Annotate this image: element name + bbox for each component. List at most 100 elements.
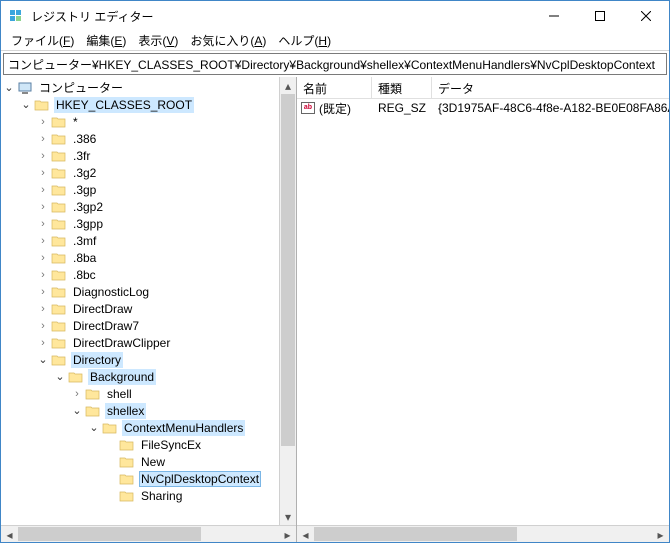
folder-icon <box>51 251 67 265</box>
folder-icon <box>51 183 67 197</box>
chevron-right-icon[interactable]: › <box>69 386 85 402</box>
folder-icon <box>51 319 67 333</box>
tree-directory[interactable]: ⌄ Directory <box>1 351 279 368</box>
tree-item[interactable]: New <box>1 453 279 470</box>
folder-icon <box>51 234 67 248</box>
tree-view[interactable]: ⌄コンピューター⌄HKEY_CLASSES_ROOT›*›.386›.3fr›.… <box>1 77 279 525</box>
scroll-down-icon[interactable]: ▾ <box>280 508 296 525</box>
chevron-right-icon[interactable]: › <box>35 182 51 198</box>
tree-hscrollbar[interactable]: ◂ ▸ <box>1 525 296 542</box>
menu-help[interactable]: ヘルプ(H) <box>272 30 337 51</box>
chevron-right-icon[interactable]: › <box>35 233 51 249</box>
chevron-right-icon[interactable]: › <box>35 148 51 164</box>
close-button[interactable] <box>623 1 669 31</box>
chevron-right-icon[interactable]: › <box>35 335 51 351</box>
folder-icon <box>51 200 67 214</box>
chevron-right-icon[interactable]: › <box>35 131 51 147</box>
tree-item[interactable]: › .3fr <box>1 147 279 164</box>
tree-label: .386 <box>71 131 98 147</box>
chevron-right-icon[interactable]: › <box>35 250 51 266</box>
chevron-down-icon[interactable]: ⌄ <box>18 97 34 113</box>
col-data[interactable]: データ <box>432 77 669 98</box>
maximize-button[interactable] <box>577 1 623 31</box>
tree-item[interactable]: › DirectDraw <box>1 300 279 317</box>
chevron-down-icon[interactable]: ⌄ <box>69 403 85 419</box>
tree-shell[interactable]: › shell <box>1 385 279 402</box>
folder-icon <box>51 336 67 350</box>
tree-item[interactable]: FileSyncEx <box>1 436 279 453</box>
list-pane: 名前 種類 データ ab (既定) REG_SZ {3D1975AF-48C6-… <box>297 77 669 542</box>
folder-icon <box>102 421 118 435</box>
tree-item[interactable]: ›.3gpp <box>1 215 279 232</box>
tree-label: .8ba <box>71 250 98 266</box>
tree-background[interactable]: ⌄Background <box>1 368 279 385</box>
chevron-right-icon[interactable]: › <box>35 267 51 283</box>
tree-item[interactable]: › DiagnosticLog <box>1 283 279 300</box>
chevron-right-icon[interactable]: › <box>35 114 51 130</box>
tree-item[interactable]: ›DirectDraw7 <box>1 317 279 334</box>
tree-item[interactable]: › .386 <box>1 130 279 147</box>
chevron-right-icon[interactable]: › <box>35 216 51 232</box>
scroll-right-icon[interactable]: ▸ <box>652 526 669 542</box>
folder-icon <box>51 217 67 231</box>
tree-item[interactable]: ›.3gp2 <box>1 198 279 215</box>
chevron-right-icon[interactable]: › <box>35 284 51 300</box>
folder-icon <box>119 472 135 486</box>
menubar: ファイル(F) 編集(E) 表示(V) お気に入り(A) ヘルプ(H) <box>1 31 669 51</box>
tree-contextmenuhandlers[interactable]: ⌄ContextMenuHandlers <box>1 419 279 436</box>
tree-item[interactable]: ›DirectDrawClipper <box>1 334 279 351</box>
folder-icon <box>85 387 101 401</box>
tree-hkey[interactable]: ⌄HKEY_CLASSES_ROOT <box>1 96 279 113</box>
tree-root[interactable]: ⌄コンピューター <box>1 79 279 96</box>
list-row[interactable]: ab (既定) REG_SZ {3D1975AF-48C6-4f8e-A182-… <box>297 99 669 117</box>
col-type[interactable]: 種類 <box>372 77 432 98</box>
tree-label: shell <box>105 386 134 402</box>
scroll-up-icon[interactable]: ▴ <box>280 77 296 94</box>
app-icon <box>9 8 25 24</box>
tree-vscrollbar[interactable]: ▴ ▾ <box>279 77 296 525</box>
chevron-right-icon[interactable]: › <box>35 199 51 215</box>
tree-item[interactable]: ›.8bc <box>1 266 279 283</box>
tree-label: DiagnosticLog <box>71 284 151 300</box>
menu-edit[interactable]: 編集(E) <box>80 30 132 51</box>
chevron-right-icon[interactable]: › <box>35 165 51 181</box>
minimize-button[interactable] <box>531 1 577 31</box>
scroll-left-icon[interactable]: ◂ <box>1 526 18 542</box>
folder-icon <box>119 455 135 469</box>
menu-favorites[interactable]: お気に入り(A) <box>184 30 272 51</box>
tree-item[interactable]: Sharing <box>1 487 279 504</box>
list-hscrollbar[interactable]: ◂ ▸ <box>297 525 669 542</box>
tree-item[interactable]: › .3mf <box>1 232 279 249</box>
tree-label: Directory <box>71 352 123 368</box>
chevron-down-icon[interactable]: ⌄ <box>35 352 51 368</box>
folder-icon <box>68 370 84 384</box>
string-value-icon: ab <box>301 102 315 114</box>
tree-label: DirectDraw <box>71 301 134 317</box>
value-name: (既定) <box>319 100 351 117</box>
tree-item[interactable]: › .8ba <box>1 249 279 266</box>
chevron-right-icon[interactable]: › <box>35 318 51 334</box>
tree-item[interactable]: ›.3g2 <box>1 164 279 181</box>
chevron-down-icon[interactable]: ⌄ <box>1 80 17 96</box>
tree-item[interactable]: ›* <box>1 113 279 130</box>
tree-label: .3mf <box>71 233 98 249</box>
scroll-right-icon[interactable]: ▸ <box>279 526 296 542</box>
tree-label: .3fr <box>71 148 92 164</box>
folder-icon <box>51 302 67 316</box>
tree-shellex[interactable]: ⌄shellex <box>1 402 279 419</box>
tree-item[interactable]: NvCplDesktopContext <box>1 470 279 487</box>
tree-label: FileSyncEx <box>139 437 203 453</box>
folder-icon <box>51 166 67 180</box>
list-body[interactable]: ab (既定) REG_SZ {3D1975AF-48C6-4f8e-A182-… <box>297 99 669 117</box>
tree-item[interactable]: ›.3gp <box>1 181 279 198</box>
list-header: 名前 種類 データ <box>297 77 669 99</box>
chevron-down-icon[interactable]: ⌄ <box>86 420 102 436</box>
scroll-left-icon[interactable]: ◂ <box>297 526 314 542</box>
tree-label: * <box>71 114 80 130</box>
address-bar[interactable]: コンピューター¥HKEY_CLASSES_ROOT¥Directory¥Back… <box>3 53 667 75</box>
chevron-down-icon[interactable]: ⌄ <box>52 369 68 385</box>
col-name[interactable]: 名前 <box>297 77 372 98</box>
menu-view[interactable]: 表示(V) <box>132 30 184 51</box>
chevron-right-icon[interactable]: › <box>35 301 51 317</box>
menu-file[interactable]: ファイル(F) <box>5 30 80 51</box>
